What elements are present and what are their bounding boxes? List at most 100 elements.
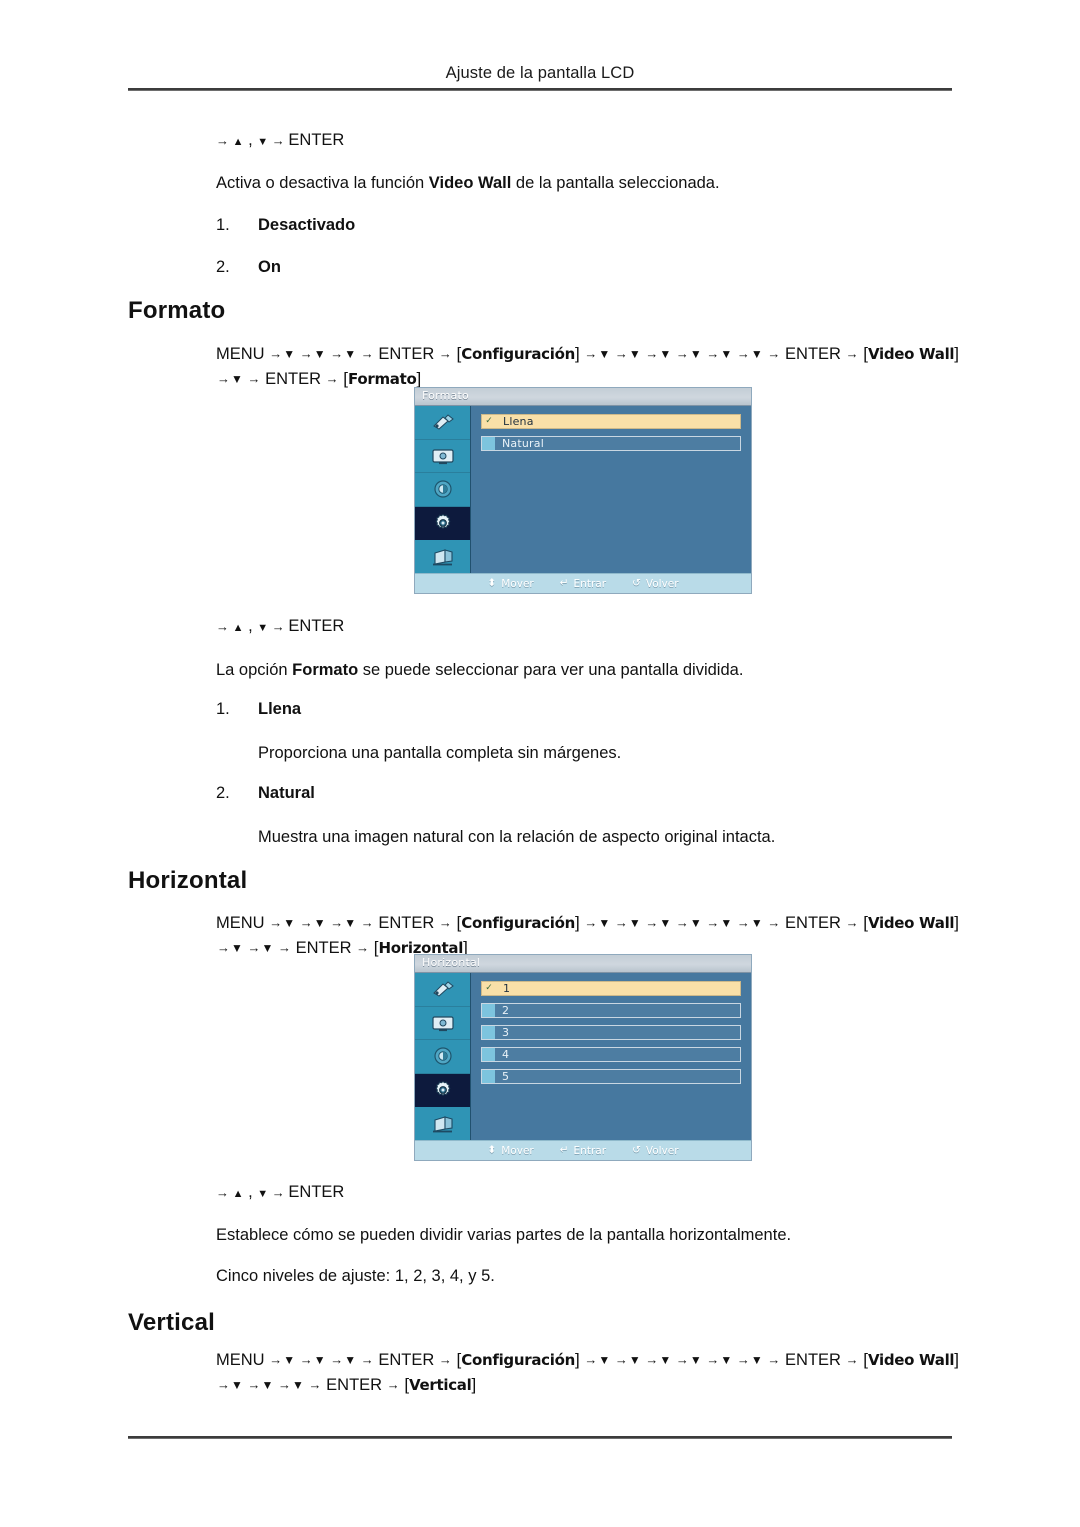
down-arrow-icon: ▼	[628, 1353, 641, 1367]
menu-token: Video Wall	[867, 1351, 955, 1369]
osd-sidebar-item-4[interactable]	[415, 1107, 470, 1141]
osd-sidebar-item-1[interactable]	[415, 439, 470, 474]
osd-title: Horizontal	[422, 956, 481, 969]
down-arrow-icon: ▼	[750, 1353, 763, 1367]
formato-description-pre: La opción	[216, 661, 293, 679]
down-arrow-icon: ▼	[628, 347, 641, 361]
down-arrow-icon: ▼	[659, 1353, 672, 1367]
osd-row-label: 2	[502, 1004, 510, 1017]
horizontal-paragraph-1: Establece cómo se pueden dividir varias …	[216, 1226, 792, 1244]
arrow-icon: →	[216, 133, 233, 148]
comma-separator: ,	[243, 1183, 258, 1201]
osd-row[interactable]: 3	[481, 1025, 741, 1040]
osd-row[interactable]: ✓ Llena	[481, 414, 741, 429]
osd-footer-item[interactable]: ↵ Entrar	[560, 578, 606, 590]
arrow-icon: →	[733, 915, 750, 930]
arrow-icon: →	[611, 346, 628, 361]
osd-sidebar-item-0[interactable]	[415, 406, 470, 440]
picture-brush-icon	[430, 979, 456, 999]
down-arrow-icon: ▼	[261, 940, 274, 955]
osd-row[interactable]: 4	[481, 1047, 741, 1062]
setup-gear-icon	[431, 1078, 455, 1102]
osd-row[interactable]: ✓ 1	[481, 981, 741, 996]
menu-token: Configuración	[461, 345, 575, 363]
osd-footer-label: Mover	[501, 577, 534, 590]
bracket-close: ]	[574, 913, 580, 932]
arrow-icon: →	[243, 939, 261, 955]
menu-path-line-1: MENU →▼ →▼ →▼ → ENTER → [Configuración] …	[216, 911, 959, 936]
osd-row-swatch	[482, 1004, 495, 1017]
down-arrow-icon: ▼	[257, 622, 269, 634]
osd-footer-item[interactable]: ⬍ Mover	[487, 1145, 533, 1157]
osd-sidebar-item-2[interactable]	[415, 473, 470, 507]
enter-label: ENTER	[288, 1183, 345, 1201]
down-arrow-icon: ▼	[231, 371, 243, 386]
bracket-close: ]	[574, 1350, 580, 1369]
section-title-vertical: Vertical	[128, 1309, 215, 1336]
enter-label: ENTER	[785, 914, 841, 932]
arrow-icon: →	[672, 346, 689, 361]
bracket-close: ]	[954, 344, 960, 363]
osd-footer-item[interactable]: ⬍ Mover	[487, 578, 533, 590]
arrow-icon: →	[357, 1352, 378, 1367]
menu-path-horizontal: MENU →▼ →▼ →▼ → ENTER → [Configuración] …	[216, 911, 959, 961]
menu-path-formato: MENU →▼ →▼ →▼ → ENTER → [Configuración] …	[216, 342, 959, 392]
enter-label: ENTER	[378, 1351, 435, 1369]
down-arrow-icon: ▼	[257, 1188, 269, 1200]
osd-body: ✓ Llena Natural	[415, 406, 751, 574]
arrow-icon: →	[763, 915, 785, 930]
osd-title: Formato	[422, 389, 469, 402]
check-icon: ✓	[485, 416, 493, 426]
down-arrow-icon: ▼	[750, 347, 763, 361]
enter-label: ENTER	[295, 938, 352, 957]
arrow-icon: →	[435, 915, 456, 930]
osd-row[interactable]: 5	[481, 1069, 741, 1084]
osd-sidebar-item-3[interactable]	[415, 506, 470, 541]
osd-footer-item[interactable]: ↺ Volver	[632, 1145, 679, 1157]
section-title-horizontal: Horizontal	[128, 867, 248, 894]
arrow-icon: →	[217, 1376, 230, 1392]
enter-key-icon: ↵	[559, 1144, 569, 1157]
osd-row-label: 5	[502, 1070, 510, 1083]
down-arrow-icon: ▼	[659, 916, 672, 930]
down-arrow-icon: ▼	[313, 916, 326, 930]
horizontal-paragraph-2: Cinco niveles de ajuste: 1, 2, 3, 4, y 5…	[216, 1267, 495, 1285]
down-arrow-icon: ▼	[257, 136, 269, 148]
arrow-icon: →	[435, 346, 456, 361]
running-header: Ajuste de la pantalla LCD	[445, 64, 635, 82]
osd-sidebar-item-4[interactable]	[415, 540, 470, 574]
arrow-icon: →	[296, 1352, 313, 1367]
option-label: Llena	[258, 700, 302, 718]
down-arrow-icon: ▼	[659, 347, 672, 361]
osd-footer: ⬍ Mover ↵ Entrar ↺ Volver	[415, 1140, 751, 1160]
option-number: 1.	[216, 700, 230, 718]
arrow-icon: →	[274, 1376, 292, 1392]
arrow-icon: →	[274, 939, 295, 955]
formato-option-1: 1. Llena	[216, 700, 301, 719]
screen-image-icon	[430, 1013, 456, 1033]
osd-footer-label: Volver	[645, 577, 679, 590]
osd-sidebar-item-2[interactable]	[415, 1040, 470, 1074]
osd-item-list: ✓ Llena Natural	[481, 414, 741, 570]
enter-label: ENTER	[288, 131, 345, 149]
arrow-icon: →	[265, 346, 283, 361]
arrow-icon: →	[326, 346, 344, 361]
bracket-close: ]	[416, 368, 422, 388]
section-title-formato: Formato	[128, 297, 226, 324]
osd-footer-item[interactable]: ↵ Entrar	[560, 1145, 606, 1157]
osd-footer-label: Volver	[645, 1144, 679, 1157]
osd-sidebar-item-1[interactable]	[415, 1006, 470, 1041]
osd-row[interactable]: Natural	[481, 436, 741, 451]
arrow-icon: →	[580, 346, 598, 361]
osd-row[interactable]: 2	[481, 1003, 741, 1018]
down-arrow-icon: ▼	[313, 347, 326, 361]
osd-sidebar-item-3[interactable]	[415, 1073, 470, 1108]
osd-body: ✓ 1 2 3 4 5	[415, 973, 751, 1141]
osd-footer-item[interactable]: ↺ Volver	[632, 578, 679, 590]
down-arrow-icon: ▼	[344, 347, 357, 361]
osd-footer: ⬍ Mover ↵ Entrar ↺ Volver	[415, 573, 751, 593]
arrow-icon: →	[352, 939, 373, 955]
down-arrow-icon: ▼	[261, 1377, 274, 1392]
menu-label: MENU	[216, 914, 265, 932]
osd-sidebar-item-0[interactable]	[415, 973, 470, 1007]
